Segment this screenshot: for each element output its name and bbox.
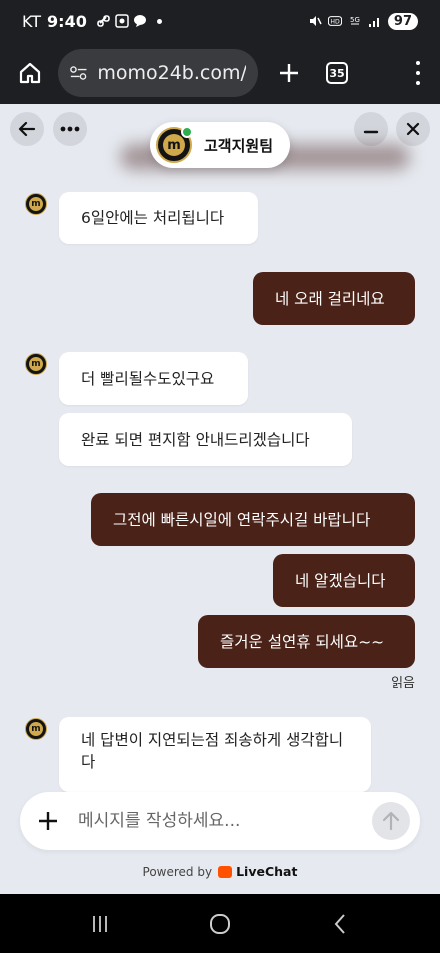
home-nav-button[interactable] xyxy=(200,904,240,944)
svg-text:5G: 5G xyxy=(350,16,360,24)
arrow-left-icon xyxy=(18,121,36,137)
new-tab-button[interactable] xyxy=(274,58,304,88)
browser-toolbar: momo24b.com/sp 35 xyxy=(0,42,440,104)
chat-header: m 고객지원팀 xyxy=(150,122,290,168)
screen-capture-icon xyxy=(115,14,129,28)
chevron-left-icon xyxy=(334,913,345,934)
send-button[interactable] xyxy=(372,802,410,840)
visitor-message: 즐거운 설연휴 되세요~~ xyxy=(198,615,415,668)
svg-text:HD: HD xyxy=(330,19,340,26)
minimize-button[interactable] xyxy=(354,112,388,146)
browser-menu-button[interactable] xyxy=(414,61,422,85)
logo-icon: m xyxy=(29,722,43,736)
clock: 9:40 xyxy=(47,11,87,31)
online-status-icon xyxy=(181,126,193,138)
mute-icon xyxy=(309,16,322,26)
hd-icon: HD xyxy=(327,16,342,26)
message-avatar: m xyxy=(25,718,47,740)
back-nav-button[interactable] xyxy=(320,904,360,944)
logo-icon: m xyxy=(29,197,43,211)
message-avatar: m xyxy=(25,193,47,215)
visitor-message: 네 알겠습니다 xyxy=(273,554,415,607)
powered-by: Powered by LiveChat xyxy=(0,864,440,879)
more-options-button[interactable] xyxy=(53,112,87,146)
home-circle-icon xyxy=(210,913,230,934)
chat-title: 고객지원팀 xyxy=(204,136,274,155)
recent-apps-button[interactable] xyxy=(80,904,120,944)
home-button[interactable] xyxy=(12,55,48,91)
livechat-logo-icon xyxy=(218,865,233,878)
plus-icon xyxy=(39,812,57,830)
site-settings-icon xyxy=(70,66,87,80)
agent-message: 더 빨리될수도있구요 xyxy=(59,352,248,405)
status-bar: KT 9:40 HD 5G 97 xyxy=(0,0,440,42)
signal-icon xyxy=(368,18,379,27)
agent-message: 네 답변이 지연되는점 죄송하게 생각합니다 xyxy=(59,717,371,792)
message-input[interactable] xyxy=(78,811,348,831)
address-bar[interactable]: momo24b.com/sp xyxy=(58,49,258,97)
chat-window: m 고객지원팀 m 6일안에는 처리됩니다 네 오래 걸리네요 m 더 빨리될수… xyxy=(0,104,440,894)
back-button[interactable] xyxy=(10,112,44,146)
home-icon xyxy=(19,62,41,84)
agent-message: 완료 되면 편지함 안내드리겠습니다 xyxy=(59,413,352,466)
powered-by-label: Powered by xyxy=(142,864,213,879)
url-text: momo24b.com/sp xyxy=(97,62,246,84)
arrow-up-icon xyxy=(382,811,400,831)
recent-apps-icon xyxy=(93,915,107,932)
5g-icon: 5G xyxy=(350,16,360,25)
talk-icon xyxy=(133,15,146,27)
agent-message: 6일안에는 처리됩니다 xyxy=(59,192,258,244)
system-nav-bar xyxy=(0,894,440,953)
battery-indicator: 97 xyxy=(387,12,418,30)
read-receipt: 읽음 xyxy=(391,676,415,691)
logo-icon: m xyxy=(29,357,43,371)
message-avatar: m xyxy=(25,353,47,375)
agent-avatar: m xyxy=(156,126,193,163)
livechat-brand[interactable]: LiveChat xyxy=(236,864,297,879)
plus-icon xyxy=(280,64,298,82)
carrier-label: KT xyxy=(22,11,42,31)
visitor-message: 그전에 빠른시일에 연락주시길 바랍니다 xyxy=(91,493,415,546)
minimize-icon xyxy=(363,130,379,134)
visitor-message: 네 오래 걸리네요 xyxy=(253,272,415,325)
tab-switcher-button[interactable]: 35 xyxy=(326,62,348,84)
close-icon xyxy=(406,122,420,136)
close-button[interactable] xyxy=(396,112,430,146)
notification-dot-icon xyxy=(156,18,162,24)
message-composer xyxy=(20,792,420,850)
link-icon xyxy=(97,15,110,27)
logo-icon: m xyxy=(163,134,185,156)
attach-button[interactable] xyxy=(36,809,60,833)
more-horizontal-icon xyxy=(60,126,80,132)
